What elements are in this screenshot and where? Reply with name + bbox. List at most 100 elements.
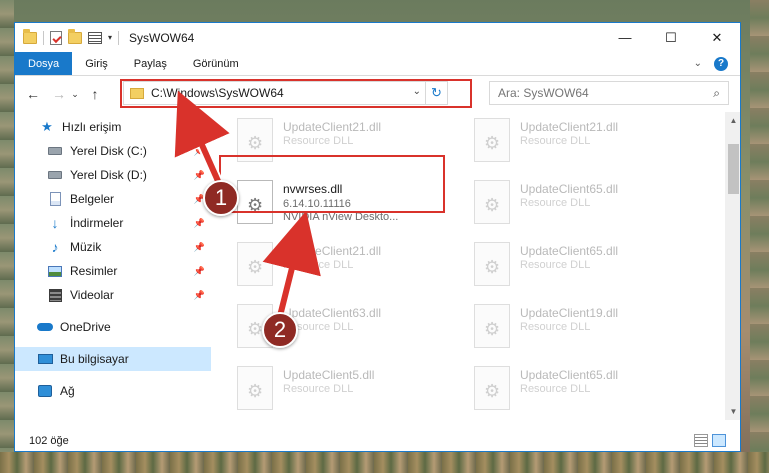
sidebar-item-pictures[interactable]: Resimler 📌: [15, 259, 211, 283]
file-tile[interactable]: UpdateClient5.dll Resource DLL: [237, 366, 462, 416]
desktop-background-left: [0, 0, 14, 473]
view-toggle-icon[interactable]: [88, 31, 102, 44]
file-description: Resource DLL: [520, 135, 591, 147]
forward-arrow-icon[interactable]: →: [49, 86, 69, 102]
pin-icon[interactable]: 📌: [194, 266, 205, 277]
sidebar-item-local-disk-d[interactable]: Yerel Disk (D:) 📌: [15, 163, 211, 187]
file-description: Resource DLL: [520, 259, 591, 271]
this-pc-icon: [37, 352, 53, 366]
dll-file-icon: [474, 242, 510, 286]
recent-locations-chevron-icon[interactable]: ⌄: [69, 89, 81, 100]
dll-file-icon: [474, 304, 510, 348]
file-name: UpdateClient21.dll: [520, 120, 619, 134]
file-description: Resource DLL: [283, 135, 354, 147]
sidebar-item-label: Bu bilgisayar: [60, 352, 129, 366]
sidebar-item-label: Yerel Disk (C:): [70, 144, 147, 158]
scroll-up-arrow-icon[interactable]: ▲: [725, 112, 740, 129]
file-name: UpdateClient65.dll: [520, 182, 619, 196]
separator: [43, 30, 44, 45]
pictures-icon: [47, 264, 63, 278]
file-tile[interactable]: UpdateClient21.dll Resource DLL: [474, 118, 699, 168]
scrollbar-thumb[interactable]: [728, 144, 739, 194]
sidebar-item-music[interactable]: ♪ Müzik 📌: [15, 235, 211, 259]
file-description: Resource DLL: [283, 383, 354, 395]
expand-ribbon-chevron-icon[interactable]: ⌄: [694, 58, 702, 69]
file-tile[interactable]: UpdateClient65.dll Resource DLL: [474, 242, 699, 292]
details-view-icon[interactable]: [694, 434, 708, 447]
minimize-button[interactable]: —: [602, 23, 648, 52]
sidebar-item-videos[interactable]: Videolar 📌: [15, 283, 211, 307]
help-icon[interactable]: ?: [714, 56, 728, 71]
search-box[interactable]: ⌕: [489, 81, 729, 105]
sidebar-item-local-disk-c[interactable]: Yerel Disk (C:) 📌: [15, 139, 211, 163]
tab-giris[interactable]: Giriş: [72, 52, 121, 75]
sidebar-item-label: Belgeler: [70, 192, 115, 206]
sidebar-item-onedrive[interactable]: OneDrive: [15, 315, 211, 339]
properties-icon[interactable]: [50, 30, 62, 45]
tab-paylas[interactable]: Paylaş: [121, 52, 180, 75]
sidebar-item-label: Resimler: [70, 264, 118, 278]
sidebar-item-label: İndirmeler: [70, 216, 124, 230]
download-icon: ↓: [51, 215, 59, 231]
drive-icon: [47, 144, 63, 158]
search-icon[interactable]: ⌕: [713, 86, 720, 101]
new-folder-icon[interactable]: [68, 28, 82, 44]
file-tile[interactable]: UpdateClient21.dll Resource DLL: [237, 242, 462, 292]
maximize-button[interactable]: ☐: [648, 23, 694, 52]
file-description: Resource DLL: [520, 197, 591, 209]
ribbon-right-controls: ⌄ ?: [694, 52, 740, 75]
sidebar-item-documents[interactable]: Belgeler 📌: [15, 187, 211, 211]
desktop-background-right: [750, 0, 769, 473]
sidebar-item-quick-access[interactable]: ★ Hızlı erişim: [15, 115, 211, 139]
tab-dosya[interactable]: Dosya: [15, 52, 73, 75]
file-tile[interactable]: UpdateClient65.dll Resource DLL: [474, 180, 699, 230]
up-arrow-icon[interactable]: ↑: [85, 86, 105, 102]
vertical-scrollbar[interactable]: ▲ ▼: [725, 112, 740, 420]
file-name: UpdateClient65.dll: [520, 244, 619, 258]
sidebar-item-label: Videolar: [70, 288, 114, 302]
file-tile[interactable]: UpdateClient19.dll Resource DLL: [474, 304, 699, 354]
pin-icon[interactable]: 📌: [194, 290, 205, 301]
sidebar-item-label: Ağ: [60, 384, 75, 398]
sidebar-item-downloads[interactable]: ↓ İndirmeler 📌: [15, 211, 211, 235]
dll-file-icon: [474, 366, 510, 410]
documents-icon: [47, 192, 63, 206]
pin-icon[interactable]: 📌: [194, 218, 205, 229]
navigation-pane: ★ Hızlı erişim Yerel Disk (C:) 📌 Yerel D…: [15, 112, 211, 420]
star-icon: ★: [41, 119, 53, 134]
tiles-view-icon[interactable]: [712, 434, 726, 447]
close-button[interactable]: ✕: [694, 23, 740, 52]
item-count: 102 öğe: [29, 435, 69, 447]
dll-file-icon: [474, 118, 510, 162]
sidebar-item-label: OneDrive: [60, 320, 111, 334]
tab-gorunum[interactable]: Görünüm: [180, 52, 252, 75]
navigation-bar: ← → ⌄ ↑ C:\Windows\SysWOW64 ⌄ ↻ ⌕: [15, 76, 740, 112]
file-name: UpdateClient21.dll: [283, 120, 382, 134]
sidebar-item-label: Müzik: [70, 240, 102, 254]
drive-icon: [47, 168, 63, 182]
folder-icon: [23, 28, 37, 44]
address-bar-highlight-box: [120, 79, 472, 108]
search-input[interactable]: [498, 86, 698, 100]
desktop-background-bottom: [0, 452, 769, 473]
step-2-badge: 2: [262, 312, 298, 348]
music-icon: ♪: [51, 239, 59, 255]
file-name: UpdateClient65.dll: [520, 368, 619, 382]
scroll-down-arrow-icon[interactable]: ▼: [725, 403, 740, 420]
back-arrow-icon[interactable]: ←: [23, 86, 43, 102]
pin-icon[interactable]: 📌: [194, 242, 205, 253]
view-mode-buttons: [694, 434, 726, 447]
customize-toolbar-chevron-icon[interactable]: ▾: [108, 33, 112, 42]
selected-file-highlight-box: [219, 155, 445, 213]
pin-icon[interactable]: 📌: [194, 146, 205, 157]
sidebar-item-this-pc[interactable]: Bu bilgisayar: [15, 347, 211, 371]
pin-icon[interactable]: 📌: [194, 170, 205, 181]
file-tile[interactable]: UpdateClient65.dll Resource DLL: [474, 366, 699, 416]
separator: [118, 30, 120, 45]
dll-file-icon: [237, 242, 273, 286]
file-name: UpdateClient21.dll: [283, 244, 382, 258]
sidebar-item-label: Yerel Disk (D:): [70, 168, 147, 182]
quick-access-toolbar: ▾: [15, 28, 120, 45]
onedrive-icon: [37, 320, 53, 334]
sidebar-item-network[interactable]: Ağ: [15, 379, 211, 403]
